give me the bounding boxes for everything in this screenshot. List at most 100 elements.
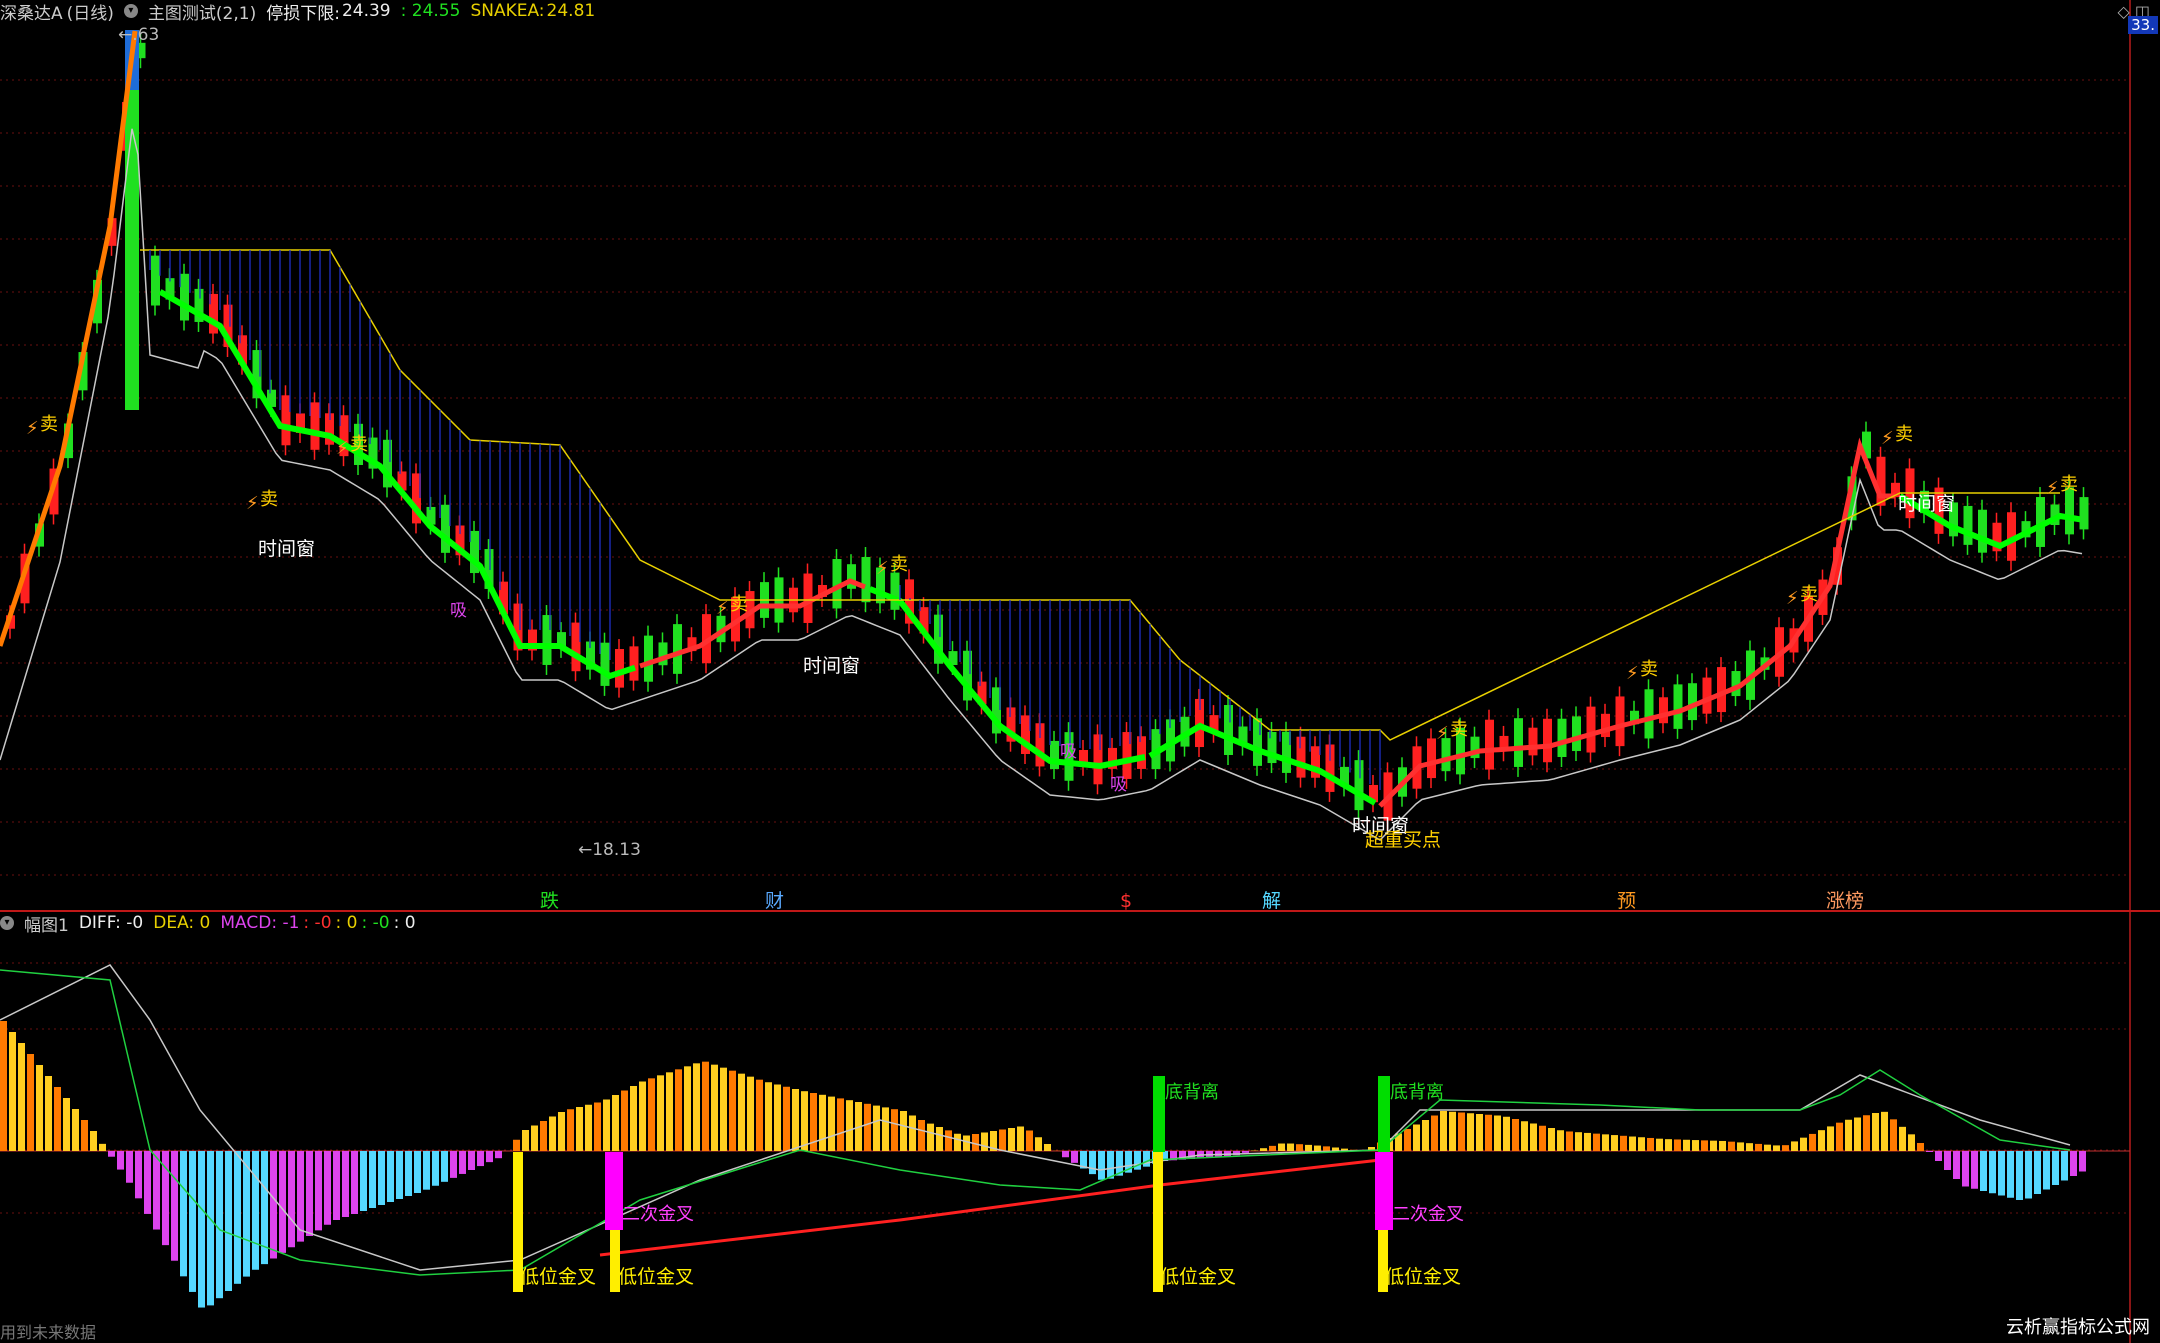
macd-bar bbox=[684, 1066, 691, 1151]
dropdown-icon[interactable]: ▾ bbox=[0, 916, 14, 930]
macd-bar bbox=[2061, 1151, 2068, 1181]
macd-bar bbox=[1809, 1133, 1816, 1151]
sub-header: ▾ 幅图1 DIFF: -0 DEA: 0 MACD: -1 : -0 : 0 … bbox=[0, 911, 416, 936]
macd-bar bbox=[630, 1086, 637, 1151]
sell-signal-icon: ⚡ bbox=[716, 598, 729, 619]
macd-bar bbox=[1674, 1139, 1681, 1151]
macd-bar bbox=[432, 1151, 439, 1186]
sell-signal: 卖 bbox=[1450, 719, 1468, 740]
macd-bar bbox=[27, 1054, 34, 1151]
pane-name[interactable]: 幅图1 bbox=[24, 911, 69, 936]
candle-body bbox=[1702, 677, 1712, 714]
macd-bar bbox=[1566, 1131, 1573, 1151]
candle-body bbox=[1673, 684, 1683, 729]
diff-value: DIFF: -0 bbox=[78, 913, 144, 933]
macd-bar bbox=[1728, 1141, 1735, 1151]
indicator-name[interactable]: 主图测试(2,1) bbox=[148, 0, 256, 24]
time-window-label: 时间窗 bbox=[258, 538, 315, 560]
macd-bar bbox=[1287, 1143, 1294, 1151]
macd-bar bbox=[1962, 1151, 1969, 1187]
candle-body bbox=[1688, 683, 1697, 721]
price-low-label: ←18.13 bbox=[578, 840, 641, 860]
macd-bar bbox=[1260, 1148, 1267, 1151]
macd-bar bbox=[1107, 1151, 1114, 1179]
macd-bar bbox=[1656, 1138, 1663, 1151]
macd-bar bbox=[693, 1063, 700, 1151]
macd-bar bbox=[711, 1064, 718, 1151]
candle-body bbox=[1093, 734, 1103, 785]
macd-bar bbox=[603, 1099, 610, 1151]
macd-bar bbox=[882, 1107, 889, 1151]
stock-chart-window[interactable]: 深桑达A (日线) ▾ 主图测试(2,1) 停损下限: 24.39 : 24.5… bbox=[0, 0, 2160, 1343]
macd-bar bbox=[1404, 1129, 1411, 1151]
stop-loss-label: 停损下限: bbox=[266, 3, 340, 24]
buy-point-label: 超重买点 bbox=[1365, 829, 1441, 851]
macd-bar bbox=[1908, 1134, 1915, 1151]
period-label[interactable]: (日线) bbox=[67, 0, 114, 24]
info-marker: 涨榜 bbox=[1826, 890, 1864, 912]
candle-body bbox=[1050, 740, 1059, 770]
macd-bar bbox=[1746, 1143, 1753, 1151]
candle-body bbox=[1586, 706, 1596, 753]
macd-bar bbox=[0, 1021, 7, 1151]
macd-bar bbox=[1683, 1139, 1690, 1151]
candle-body bbox=[629, 646, 639, 681]
candle-body bbox=[890, 572, 900, 610]
macd-bar bbox=[666, 1072, 673, 1151]
macd-bar bbox=[1530, 1123, 1537, 1151]
dropdown-icon[interactable]: ▾ bbox=[123, 4, 138, 18]
macd-bar bbox=[729, 1070, 736, 1151]
macd-bar bbox=[1881, 1111, 1888, 1151]
macd-bar bbox=[369, 1151, 376, 1208]
macd-bar bbox=[45, 1076, 52, 1151]
macd-bar bbox=[1422, 1120, 1429, 1151]
macd-bar bbox=[702, 1061, 709, 1151]
macd-bar bbox=[54, 1087, 61, 1151]
candle-body bbox=[571, 622, 581, 672]
macd-bar bbox=[513, 1139, 520, 1151]
macd-bar bbox=[1935, 1151, 1942, 1161]
macd-bar bbox=[36, 1065, 43, 1151]
macd-bar bbox=[1431, 1115, 1438, 1151]
candle-body bbox=[1224, 705, 1233, 755]
macd-bar bbox=[18, 1043, 25, 1151]
macd-bar bbox=[792, 1089, 799, 1151]
candle-body bbox=[600, 642, 610, 686]
macd-bar bbox=[1557, 1130, 1564, 1151]
macd-bar bbox=[1089, 1151, 1096, 1175]
macd-bar bbox=[738, 1073, 745, 1151]
macd-bar bbox=[675, 1069, 682, 1151]
bottom-div-label: 底背离 bbox=[1390, 1082, 1444, 1103]
macd-bar bbox=[1629, 1136, 1636, 1151]
macd-bar bbox=[1440, 1111, 1447, 1151]
macd-bar bbox=[468, 1151, 475, 1170]
value2: : 24.55 bbox=[400, 1, 461, 21]
macd-bar bbox=[909, 1115, 916, 1151]
macd-bar bbox=[648, 1078, 655, 1151]
macd-bar bbox=[9, 1032, 16, 1151]
macd-bar bbox=[1926, 1151, 1933, 1152]
macd-bar bbox=[171, 1151, 178, 1261]
macd-bar bbox=[1917, 1143, 1924, 1151]
info-marker: 预 bbox=[1617, 890, 1636, 912]
candle-body bbox=[1528, 727, 1538, 756]
macd-bar bbox=[1782, 1145, 1789, 1151]
sell-signal: 卖 bbox=[890, 554, 908, 575]
info-marker: 财 bbox=[765, 890, 784, 912]
low-cross-label: 低位金叉 bbox=[1385, 1266, 1461, 1288]
macd-bar bbox=[1062, 1151, 1069, 1158]
watermark: 云析赢指标公式网 bbox=[2006, 1317, 2150, 1338]
macd-bar bbox=[900, 1111, 907, 1151]
macd-bar bbox=[1980, 1151, 1987, 1191]
macd-bar bbox=[1665, 1139, 1672, 1151]
macd-bar bbox=[1836, 1122, 1843, 1151]
macd-bar bbox=[558, 1112, 565, 1151]
stock-name[interactable]: 深桑达A bbox=[0, 0, 63, 24]
macd-bar bbox=[1521, 1121, 1528, 1151]
macd-bar bbox=[360, 1151, 367, 1211]
candle-body bbox=[151, 255, 160, 306]
chart-canvas[interactable]: ⚡ 卖⚡ 卖⚡ 卖⚡ 卖⚡ 卖⚡ 卖⚡ 卖⚡ 卖⚡ 卖⚡ 卖时间窗时间窗时间窗时间窗吸吸吸超重买点←… bbox=[0, 0, 2160, 1343]
sell-signal-icon: ⚡ bbox=[1786, 588, 1799, 609]
main-header: 深桑达A (日线) ▾ 主图测试(2,1) 停损下限: 24.39 : 24.5… bbox=[0, 0, 595, 24]
second-cross-label: 二次金叉 bbox=[622, 1204, 694, 1225]
